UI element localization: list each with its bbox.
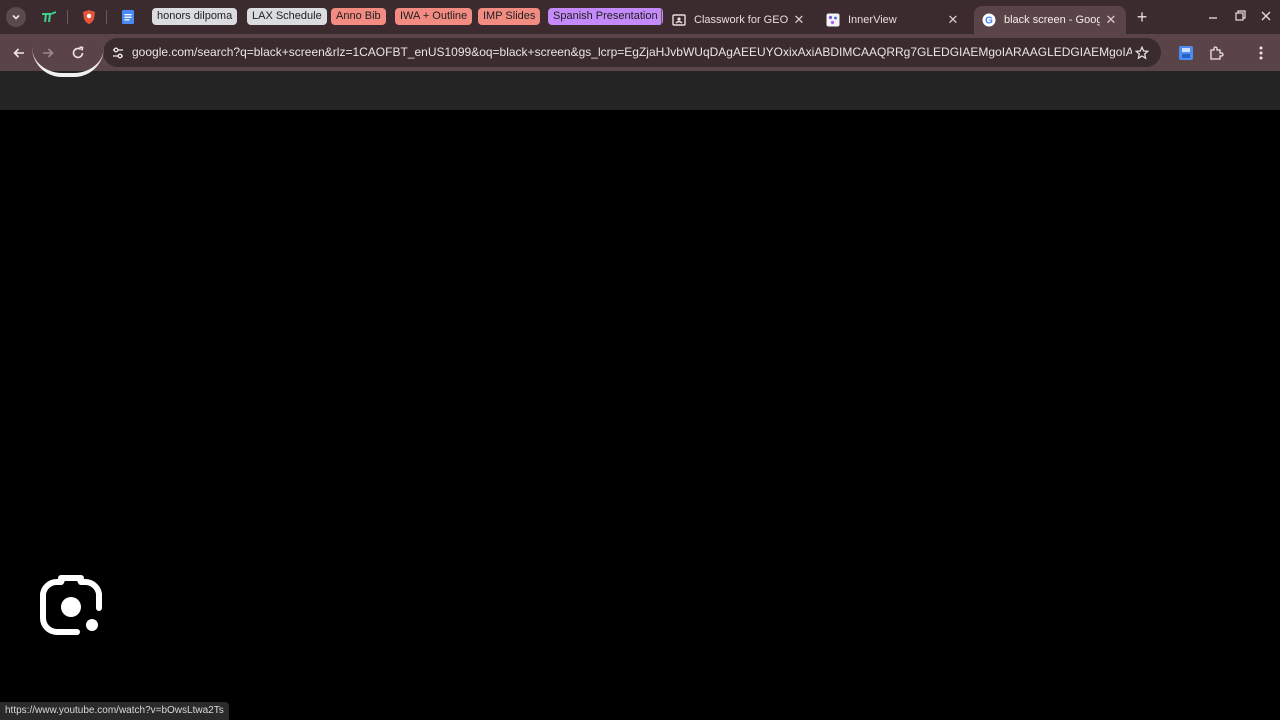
tab-group-iwa-outline[interactable]: IWA + Outline — [395, 8, 473, 25]
tab-innerview[interactable]: InnerView ✕ — [818, 6, 968, 34]
minimize-icon[interactable] — [1204, 8, 1222, 26]
extensions-puzzle-icon[interactable] — [1206, 43, 1226, 63]
link-status-bubble: https://www.youtube.com/watch?v=bOwsLtwa… — [0, 702, 229, 720]
pinned-tab-2[interactable] — [80, 8, 98, 26]
pinned-tab-1[interactable] — [40, 8, 58, 26]
tab-classwork-geometry[interactable]: Classwork for GEOMETRY ✕ — [664, 6, 814, 34]
innerview-icon — [826, 13, 840, 27]
tab-black-screen-google-search[interactable]: G black screen - Google Search ✕ — [974, 6, 1126, 34]
docs-icon — [122, 10, 134, 24]
tab-title: Classwork for GEOMETRY — [694, 14, 788, 26]
new-tab-plus-icon[interactable]: + — [1133, 8, 1151, 26]
tab-group-spanish-presentation[interactable]: Spanish Presentation — [548, 8, 663, 25]
google-search-header — [0, 71, 1280, 110]
tab-title: black screen - Google Search — [1004, 14, 1100, 26]
back-arrow-icon[interactable] — [9, 43, 29, 63]
browser-window: honors dilpoma LAX Schedule Anno Bib IWA… — [0, 0, 1280, 720]
tab-separator — [106, 10, 107, 24]
bookmark-star-icon[interactable] — [1133, 44, 1151, 62]
tab-separator — [67, 10, 68, 24]
address-bar[interactable]: google.com/search?q=black+screen&rlz=1CA… — [103, 38, 1161, 67]
page-content — [0, 71, 1280, 720]
tab-separator — [661, 10, 662, 24]
svg-text:G: G — [985, 16, 993, 27]
wavy-chart-icon — [42, 11, 57, 23]
close-window-icon[interactable] — [1257, 8, 1275, 26]
google-lens-camera-icon[interactable] — [37, 572, 105, 638]
extension-save-icon[interactable] — [1176, 43, 1196, 63]
shield-icon — [83, 10, 95, 24]
close-icon[interactable]: ✕ — [792, 13, 806, 27]
tab-title: InnerView — [848, 14, 897, 26]
restore-icon[interactable] — [1231, 8, 1249, 26]
classroom-icon — [672, 13, 686, 27]
chevron-down-icon — [12, 14, 20, 20]
google-icon: G — [982, 13, 996, 27]
avatar[interactable] — [32, 47, 104, 77]
pinned-tab-3[interactable] — [119, 8, 137, 26]
url-text[interactable]: google.com/search?q=black+screen&rlz=1CA… — [132, 38, 1132, 67]
tab-strip: honors dilpoma LAX Schedule Anno Bib IWA… — [0, 0, 1280, 34]
close-icon[interactable]: ✕ — [1104, 13, 1118, 27]
tab-group-honors-dilpoma[interactable]: honors dilpoma — [152, 8, 238, 25]
tab-group-imp-slides[interactable]: IMP Slides — [478, 8, 541, 25]
site-info-tune-icon[interactable] — [109, 44, 127, 62]
close-icon[interactable]: ✕ — [946, 13, 960, 27]
tab-search-button[interactable] — [6, 7, 26, 27]
more-menu-icon[interactable] — [1251, 43, 1271, 63]
tab-group-anno-bib[interactable]: Anno Bib — [331, 8, 386, 25]
browser-toolbar: google.com/search?q=black+screen&rlz=1CA… — [0, 34, 1280, 71]
tab-group-lax-schedule[interactable]: LAX Schedule — [247, 8, 327, 25]
